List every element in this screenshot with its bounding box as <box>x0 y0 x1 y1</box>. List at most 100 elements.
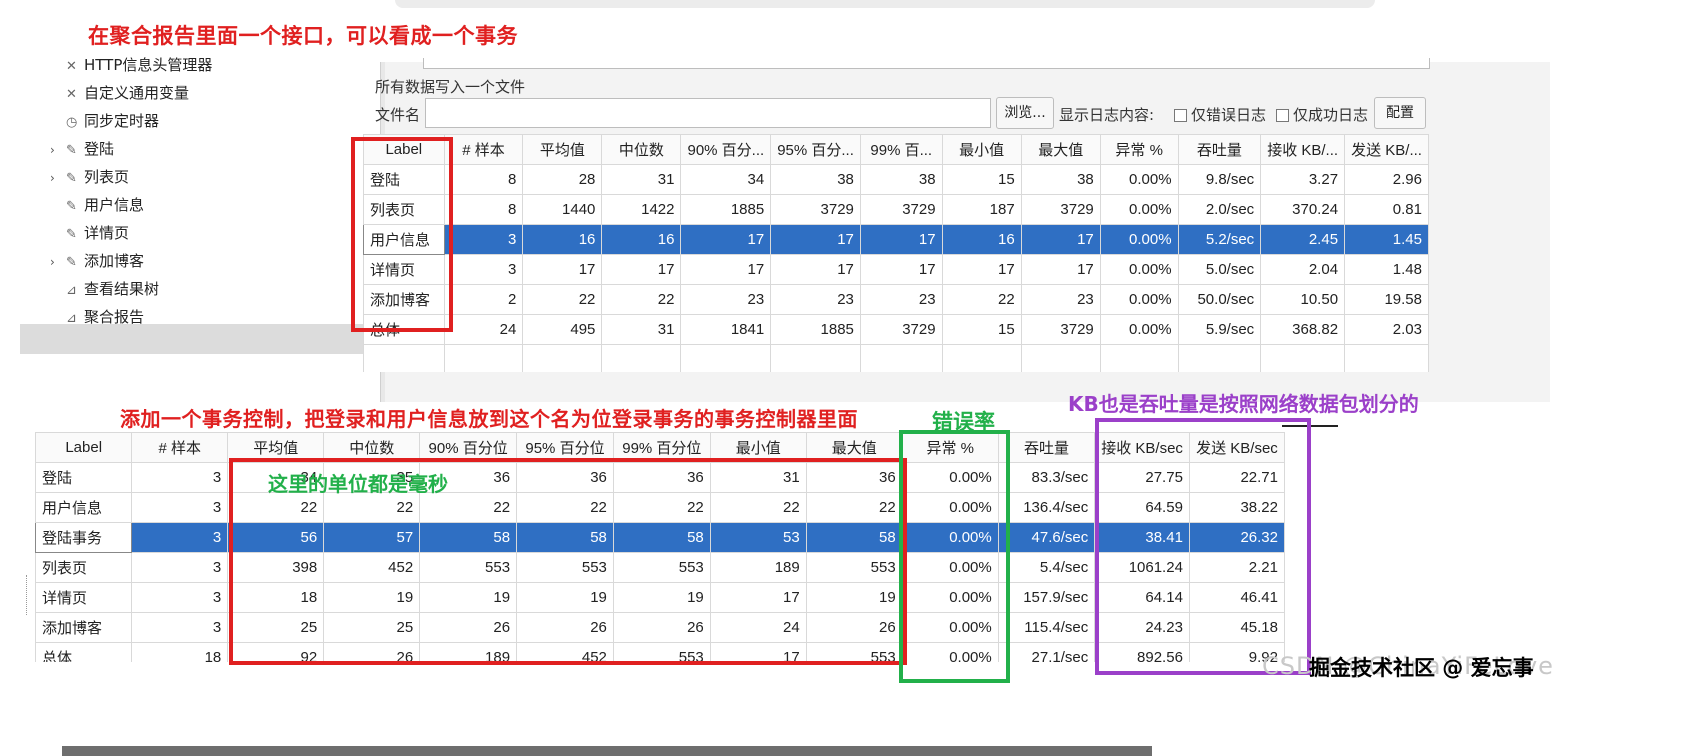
column-header[interactable]: 90% 百分... <box>680 134 772 165</box>
row-label-cell: 总体 <box>35 642 133 662</box>
column-header[interactable]: # 样本 <box>131 432 229 463</box>
tree-item[interactable]: ✕ 自定义通用变量 <box>66 78 189 108</box>
column-header[interactable]: 吞吐量 <box>1177 134 1262 165</box>
tree-item[interactable]: ◷ 同步定时器 <box>66 106 159 136</box>
table-cell: 368.82 <box>1260 314 1346 345</box>
column-header[interactable]: 异常 % <box>901 432 999 463</box>
column-header[interactable]: 中位数 <box>601 134 682 165</box>
column-header[interactable]: 95% 百分位 <box>516 432 614 463</box>
row-label-cell: 登陆 <box>363 164 445 195</box>
tree-item[interactable]: › ✎ 列表页 <box>50 162 129 192</box>
table-cell: 22 <box>516 492 614 523</box>
column-header[interactable]: 最大值 <box>1020 134 1101 165</box>
column-header[interactable]: 最大值 <box>805 432 903 463</box>
column-header[interactable]: Label <box>35 432 133 463</box>
expand-arrow-icon[interactable]: › <box>50 247 66 277</box>
column-header[interactable]: 平均值 <box>522 134 603 165</box>
table-cell: 16 <box>941 224 1022 255</box>
column-header[interactable]: 99% 百分位 <box>612 432 711 463</box>
column-header[interactable]: 接收 KB/... <box>1260 134 1346 165</box>
column-header[interactable]: 99% 百... <box>859 134 943 165</box>
table-cell: 2.04 <box>1260 254 1346 285</box>
table-cell: 17 <box>859 224 943 255</box>
tree-item-label: 查看结果树 <box>84 280 160 298</box>
table-row[interactable]: 登陆事务 3 56 57 58 58 58 53 58 0.00% 47.6/sec 38.41 26.… <box>35 522 1285 553</box>
table-row[interactable]: 登陆 3 34 35 36 36 36 31 36 0.00% 83.3/sec 27.75 22.71 <box>35 462 1285 493</box>
table-cell: 26 <box>323 642 421 662</box>
column-header[interactable]: 异常 % <box>1099 134 1179 165</box>
row-label-cell: 用户信息 <box>363 224 445 255</box>
column-header[interactable]: 发送 KB/sec <box>1188 432 1285 463</box>
table-row[interactable]: 登陆 8 28 31 34 38 38 15 38 0.00% 9.8/sec 3.27 2.96 <box>363 164 1429 195</box>
success-only-checkbox[interactable]: 仅成功日志 <box>1276 104 1368 125</box>
table-row[interactable]: 添加博客 3 25 25 26 26 26 24 26 0.00% 115.4/sec 24.23 45… <box>35 612 1285 643</box>
name-field-top[interactable] <box>423 58 1430 69</box>
table-cell: 15 <box>941 314 1022 345</box>
empty-cell <box>941 344 1022 372</box>
table-cell: 38 <box>859 164 943 195</box>
table-cell: 17 <box>680 254 772 285</box>
table-row[interactable]: 详情页 3 17 17 17 17 17 17 17 0.00% 5.0/sec 2.04 1.48 <box>363 254 1429 285</box>
table-row[interactable]: 用户信息 3 22 22 22 22 22 22 22 0.00% 136.4/sec 64.59 38… <box>35 492 1285 523</box>
tree-item[interactable]: ✎ 详情页 <box>66 218 129 248</box>
tree-item[interactable]: ⊿ 聚合报告 <box>66 302 144 332</box>
column-header[interactable]: 平均值 <box>227 432 325 463</box>
table-cell: 1422 <box>601 194 682 225</box>
table-row[interactable]: 详情页 3 18 19 19 19 19 17 19 0.00% 157.9/sec 64.14 46.… <box>35 582 1285 613</box>
table-cell: 0.00% <box>901 582 999 613</box>
underline-mark <box>1282 425 1338 427</box>
table-cell: 26 <box>516 612 614 643</box>
table-cell: 46.41 <box>1188 582 1285 613</box>
table-cell: 9.8/sec <box>1177 164 1262 195</box>
column-header[interactable]: 最小值 <box>709 432 807 463</box>
checkbox-box[interactable] <box>1276 109 1289 122</box>
tree-item[interactable]: ⊿ 查看结果树 <box>66 274 159 304</box>
tree-item-label: 列表页 <box>84 168 130 186</box>
column-header[interactable]: Label <box>363 134 445 165</box>
table-cell: 38 <box>770 164 861 195</box>
column-header[interactable]: 最小值 <box>941 134 1022 165</box>
tree-item[interactable]: ✎ 用户信息 <box>66 190 144 220</box>
table-cell: 2 <box>443 284 524 315</box>
table-row[interactable]: 添加博客 2 22 22 23 23 23 22 23 0.00% 50.0/sec 10.50 19.… <box>363 284 1429 315</box>
empty-cell <box>443 344 524 372</box>
config-button[interactable]: 配置 <box>1374 97 1426 129</box>
table-row[interactable]: 用户信息 3 16 16 17 17 17 16 17 0.00% 5.2/sec 2.45 1.45 <box>363 224 1429 255</box>
column-header[interactable]: # 样本 <box>443 134 524 165</box>
table-cell: 23 <box>770 284 861 315</box>
table-cell: 18 <box>227 582 325 613</box>
annotation-kb-note: KB也是吞吐量是按照网络数据包划分的 <box>1068 392 1419 416</box>
table-cell: 24 <box>443 314 524 345</box>
tree-item[interactable]: › ✎ 添加博客 <box>50 246 144 276</box>
table-row[interactable]: 列表页 3 398 452 553 553 553 189 553 0.00% 5.4/sec 106… <box>35 552 1285 583</box>
table-cell: 25 <box>323 612 421 643</box>
table-cell: 26 <box>419 612 518 643</box>
table-row[interactable]: 列表页 8 1440 1422 1885 3729 3729 187 3729 0.00% 2.0/… <box>363 194 1429 225</box>
left-resize-handle[interactable] <box>26 575 33 615</box>
errors-only-label: 仅错误日志 <box>1191 106 1267 124</box>
tree-item-label: 添加博客 <box>84 252 145 270</box>
column-header[interactable]: 中位数 <box>323 432 421 463</box>
table-cell: 1.45 <box>1344 224 1429 255</box>
table-cell: 0.00% <box>1099 224 1179 255</box>
table-cell: 34 <box>680 164 772 195</box>
annotation-middle-title: 添加一个事务控制，把登录和用户信息放到这个名为位登录事务的事务控制器里面 <box>120 407 858 431</box>
checkbox-box[interactable] <box>1174 109 1187 122</box>
errors-only-checkbox[interactable]: 仅错误日志 <box>1174 104 1266 125</box>
filename-input[interactable] <box>425 98 991 128</box>
table-cell: 22 <box>612 492 711 523</box>
column-header[interactable]: 95% 百分... <box>770 134 861 165</box>
expand-arrow-icon[interactable]: › <box>50 163 66 193</box>
table-cell: 3 <box>131 462 229 493</box>
tree-item[interactable]: ✕ HTTP信息头管理器 <box>66 50 212 80</box>
column-header[interactable]: 90% 百分位 <box>419 432 518 463</box>
expand-arrow-icon[interactable]: › <box>50 135 66 165</box>
table-cell: 0.00% <box>901 462 999 493</box>
column-header[interactable]: 吞吐量 <box>997 432 1096 463</box>
browse-button[interactable]: 浏览... <box>996 97 1054 129</box>
column-header[interactable]: 接收 KB/sec <box>1094 432 1190 463</box>
table-row[interactable]: 总体 24 495 31 1841 1885 3729 15 3729 0.00% 5.9/sec 3… <box>363 314 1429 345</box>
column-header[interactable]: 发送 KB/... <box>1344 134 1429 165</box>
tree-item[interactable]: › ✎ 登陆 <box>50 134 114 164</box>
table-row[interactable]: 总体 18 92 26 189 452 553 17 553 0.00% 27.1/sec 892.5… <box>35 642 1285 662</box>
